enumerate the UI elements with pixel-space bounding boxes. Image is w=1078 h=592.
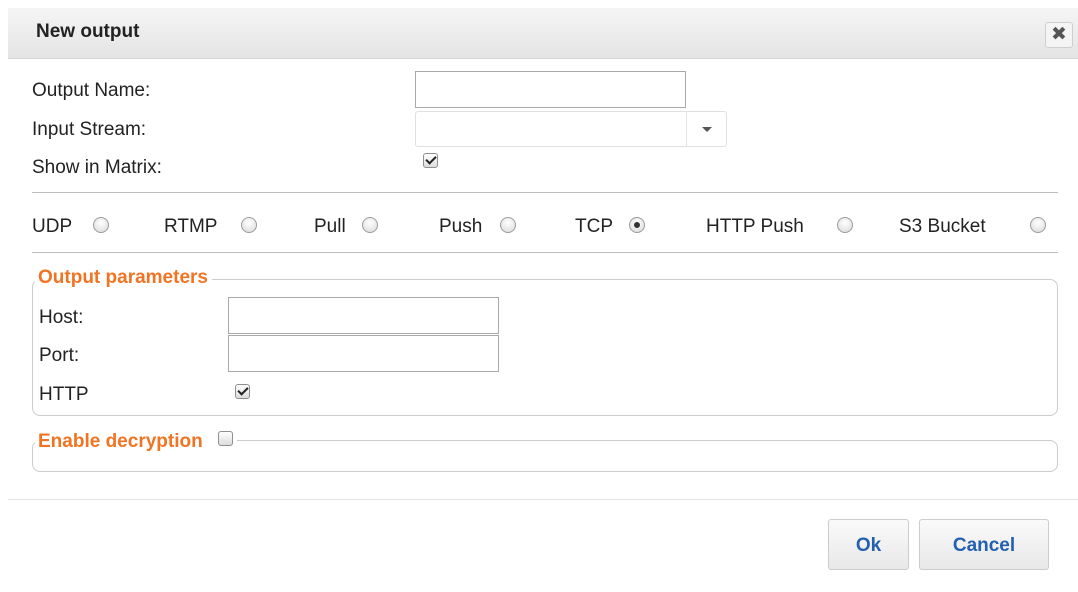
output-type-http-push-label: HTTP Push bbox=[706, 216, 804, 237]
input-stream-label: Input Stream: bbox=[32, 119, 147, 140]
dialog-titlebar: New output ✖ bbox=[8, 8, 1078, 59]
output-type-pull-radio[interactable] bbox=[362, 217, 378, 233]
close-button[interactable]: ✖ bbox=[1045, 22, 1073, 48]
output-type-push-radio[interactable] bbox=[500, 217, 516, 233]
port-input[interactable] bbox=[228, 335, 499, 372]
chevron-down-icon[interactable] bbox=[686, 112, 727, 146]
separator-bottom bbox=[32, 252, 1058, 253]
output-type-push-label: Push bbox=[439, 216, 483, 237]
input-stream-select[interactable] bbox=[415, 111, 727, 147]
ok-button[interactable]: Ok bbox=[828, 519, 909, 570]
http-checkbox[interactable] bbox=[235, 384, 250, 399]
output-type-pull-label: Pull bbox=[314, 216, 346, 237]
decryption-legend: Enable decryption bbox=[35, 431, 237, 453]
separator-top bbox=[32, 192, 1058, 193]
http-label: HTTP bbox=[39, 384, 89, 405]
output-type-http-push-radio[interactable] bbox=[837, 217, 853, 233]
output-type-udp-label: UDP bbox=[32, 216, 73, 237]
output-parameters-fieldset bbox=[32, 279, 1058, 416]
output-type-tcp-radio[interactable] bbox=[629, 217, 645, 233]
port-label: Port: bbox=[39, 345, 80, 366]
output-type-tcp-label: TCP bbox=[575, 216, 613, 237]
host-input[interactable] bbox=[228, 297, 499, 334]
show-in-matrix-checkbox[interactable] bbox=[423, 153, 438, 168]
footer-separator bbox=[8, 499, 1078, 500]
enable-decryption-label: Enable decryption bbox=[38, 431, 203, 452]
enable-decryption-checkbox[interactable] bbox=[217, 431, 233, 446]
output-parameters-legend: Output parameters bbox=[35, 267, 212, 289]
dialog-title: New output bbox=[36, 21, 140, 42]
host-label: Host: bbox=[39, 307, 84, 328]
output-name-input[interactable] bbox=[415, 71, 686, 108]
close-icon: ✖ bbox=[1051, 24, 1067, 45]
cancel-button[interactable]: Cancel bbox=[919, 519, 1049, 570]
output-type-udp-radio[interactable] bbox=[93, 217, 109, 233]
output-type-s3-bucket-radio[interactable] bbox=[1030, 217, 1046, 233]
output-name-label: Output Name: bbox=[32, 80, 151, 101]
output-type-rtmp-label: RTMP bbox=[164, 216, 218, 237]
output-type-rtmp-radio[interactable] bbox=[241, 217, 257, 233]
output-type-s3-bucket-label: S3 Bucket bbox=[899, 216, 986, 237]
show-in-matrix-label: Show in Matrix: bbox=[32, 157, 162, 178]
